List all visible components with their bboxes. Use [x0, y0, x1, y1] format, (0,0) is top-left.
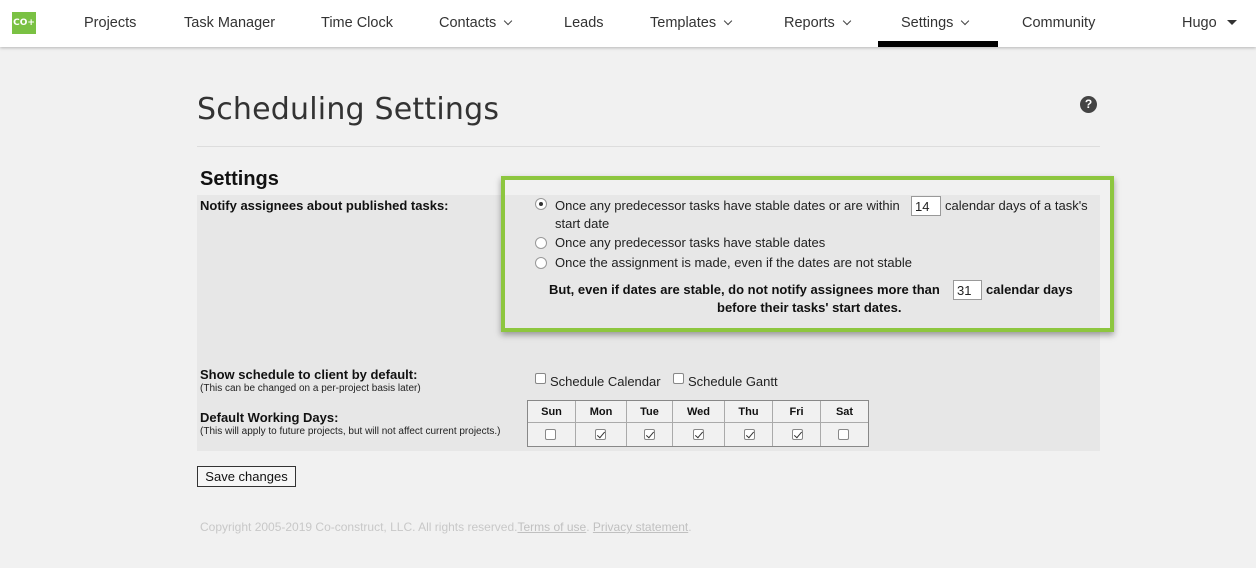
day-header: Thu — [725, 401, 772, 423]
day-checkbox-mon[interactable] — [595, 429, 606, 440]
day-col-tue: Tue — [627, 401, 673, 446]
caret-down-icon — [1226, 20, 1237, 25]
chevron-down-icon — [842, 16, 852, 26]
show-schedule-label: Show schedule to client by default: — [200, 367, 418, 382]
working-days-sublabel: (This will apply to future projects, but… — [200, 426, 501, 437]
user-name: Hugo — [1182, 15, 1217, 31]
nav-time-clock[interactable]: Time Clock — [321, 0, 393, 47]
section-title: Settings — [200, 168, 279, 190]
nav-projects[interactable]: Projects — [84, 0, 136, 47]
day-col-wed: Wed — [673, 401, 725, 446]
day-col-mon: Mon — [576, 401, 627, 446]
privacy-statement-link[interactable]: Privacy statement — [593, 520, 688, 534]
day-checkbox-tue[interactable] — [644, 429, 655, 440]
nav-leads[interactable]: Leads — [564, 0, 604, 47]
nav-active-indicator — [878, 41, 998, 47]
working-days-table: Sun Mon Tue Wed Thu Fri Sat — [527, 400, 869, 447]
nav-settings-label: Settings — [901, 15, 954, 31]
nav-settings[interactable]: Settings — [901, 0, 970, 47]
day-header: Tue — [627, 401, 672, 423]
question-circle-icon[interactable]: ? — [1080, 96, 1097, 113]
nav-community[interactable]: Community — [1022, 0, 1095, 47]
nav-leads-label: Leads — [564, 15, 604, 31]
day-header: Sun — [528, 401, 575, 423]
day-header: Sat — [821, 401, 868, 423]
title-divider — [197, 146, 1100, 147]
chevron-down-icon — [961, 16, 970, 26]
nav-reports[interactable]: Reports — [784, 0, 852, 47]
nav-task-manager[interactable]: Task Manager — [184, 0, 275, 47]
day-checkbox-fri[interactable] — [792, 429, 803, 440]
top-nav: CO+ Projects Task Manager Time Clock Con… — [0, 0, 1256, 47]
nav-task-manager-label: Task Manager — [184, 15, 276, 31]
day-checkbox-sat[interactable] — [838, 429, 849, 440]
footer: Copyright 2005-2019 Co-construct, LLC. A… — [200, 520, 692, 534]
day-col-sun: Sun — [528, 401, 576, 446]
schedule-calendar-checkbox[interactable] — [535, 373, 546, 384]
nav-contacts[interactable]: Contacts — [439, 0, 513, 47]
user-menu[interactable]: Hugo — [1182, 0, 1237, 47]
nav-reports-label: Reports — [784, 15, 835, 31]
day-checkbox-wed[interactable] — [693, 429, 704, 440]
nav-contacts-label: Contacts — [439, 15, 497, 31]
day-col-fri: Fri — [773, 401, 821, 446]
footer-end: . — [688, 520, 692, 534]
chevron-down-icon — [723, 16, 733, 26]
save-changes-button[interactable]: Save changes — [197, 466, 296, 487]
logo[interactable]: CO+ — [12, 12, 36, 34]
chevron-down-icon — [503, 16, 513, 26]
nav-projects-label: Projects — [84, 15, 137, 31]
page-title: Scheduling Settings — [197, 92, 500, 127]
schedule-gantt-checkbox[interactable] — [673, 373, 684, 384]
day-checkbox-thu[interactable] — [744, 429, 755, 440]
nav-templates-label: Templates — [650, 15, 717, 31]
nav-community-label: Community — [1022, 15, 1096, 31]
day-header: Mon — [576, 401, 626, 423]
schedule-gantt-label: Schedule Gantt — [688, 374, 778, 389]
terms-of-use-link[interactable]: Terms of use — [518, 520, 587, 534]
working-days-label: Default Working Days: — [200, 410, 339, 425]
day-col-thu: Thu — [725, 401, 773, 446]
nav-time-clock-label: Time Clock — [321, 15, 393, 31]
day-header: Wed — [673, 401, 724, 423]
day-header: Fri — [773, 401, 820, 423]
day-col-sat: Sat — [821, 401, 868, 446]
footer-sep: . — [586, 520, 590, 534]
schedule-calendar-label: Schedule Calendar — [550, 374, 661, 389]
notify-label: Notify assignees about published tasks: — [200, 198, 449, 213]
show-schedule-sublabel: (This can be changed on a per-project ba… — [200, 383, 421, 394]
highlight-box — [501, 176, 1114, 332]
day-checkbox-sun[interactable] — [545, 429, 556, 440]
copyright-text: Copyright 2005-2019 Co-construct, LLC. A… — [200, 520, 518, 534]
nav-templates[interactable]: Templates — [650, 0, 733, 47]
